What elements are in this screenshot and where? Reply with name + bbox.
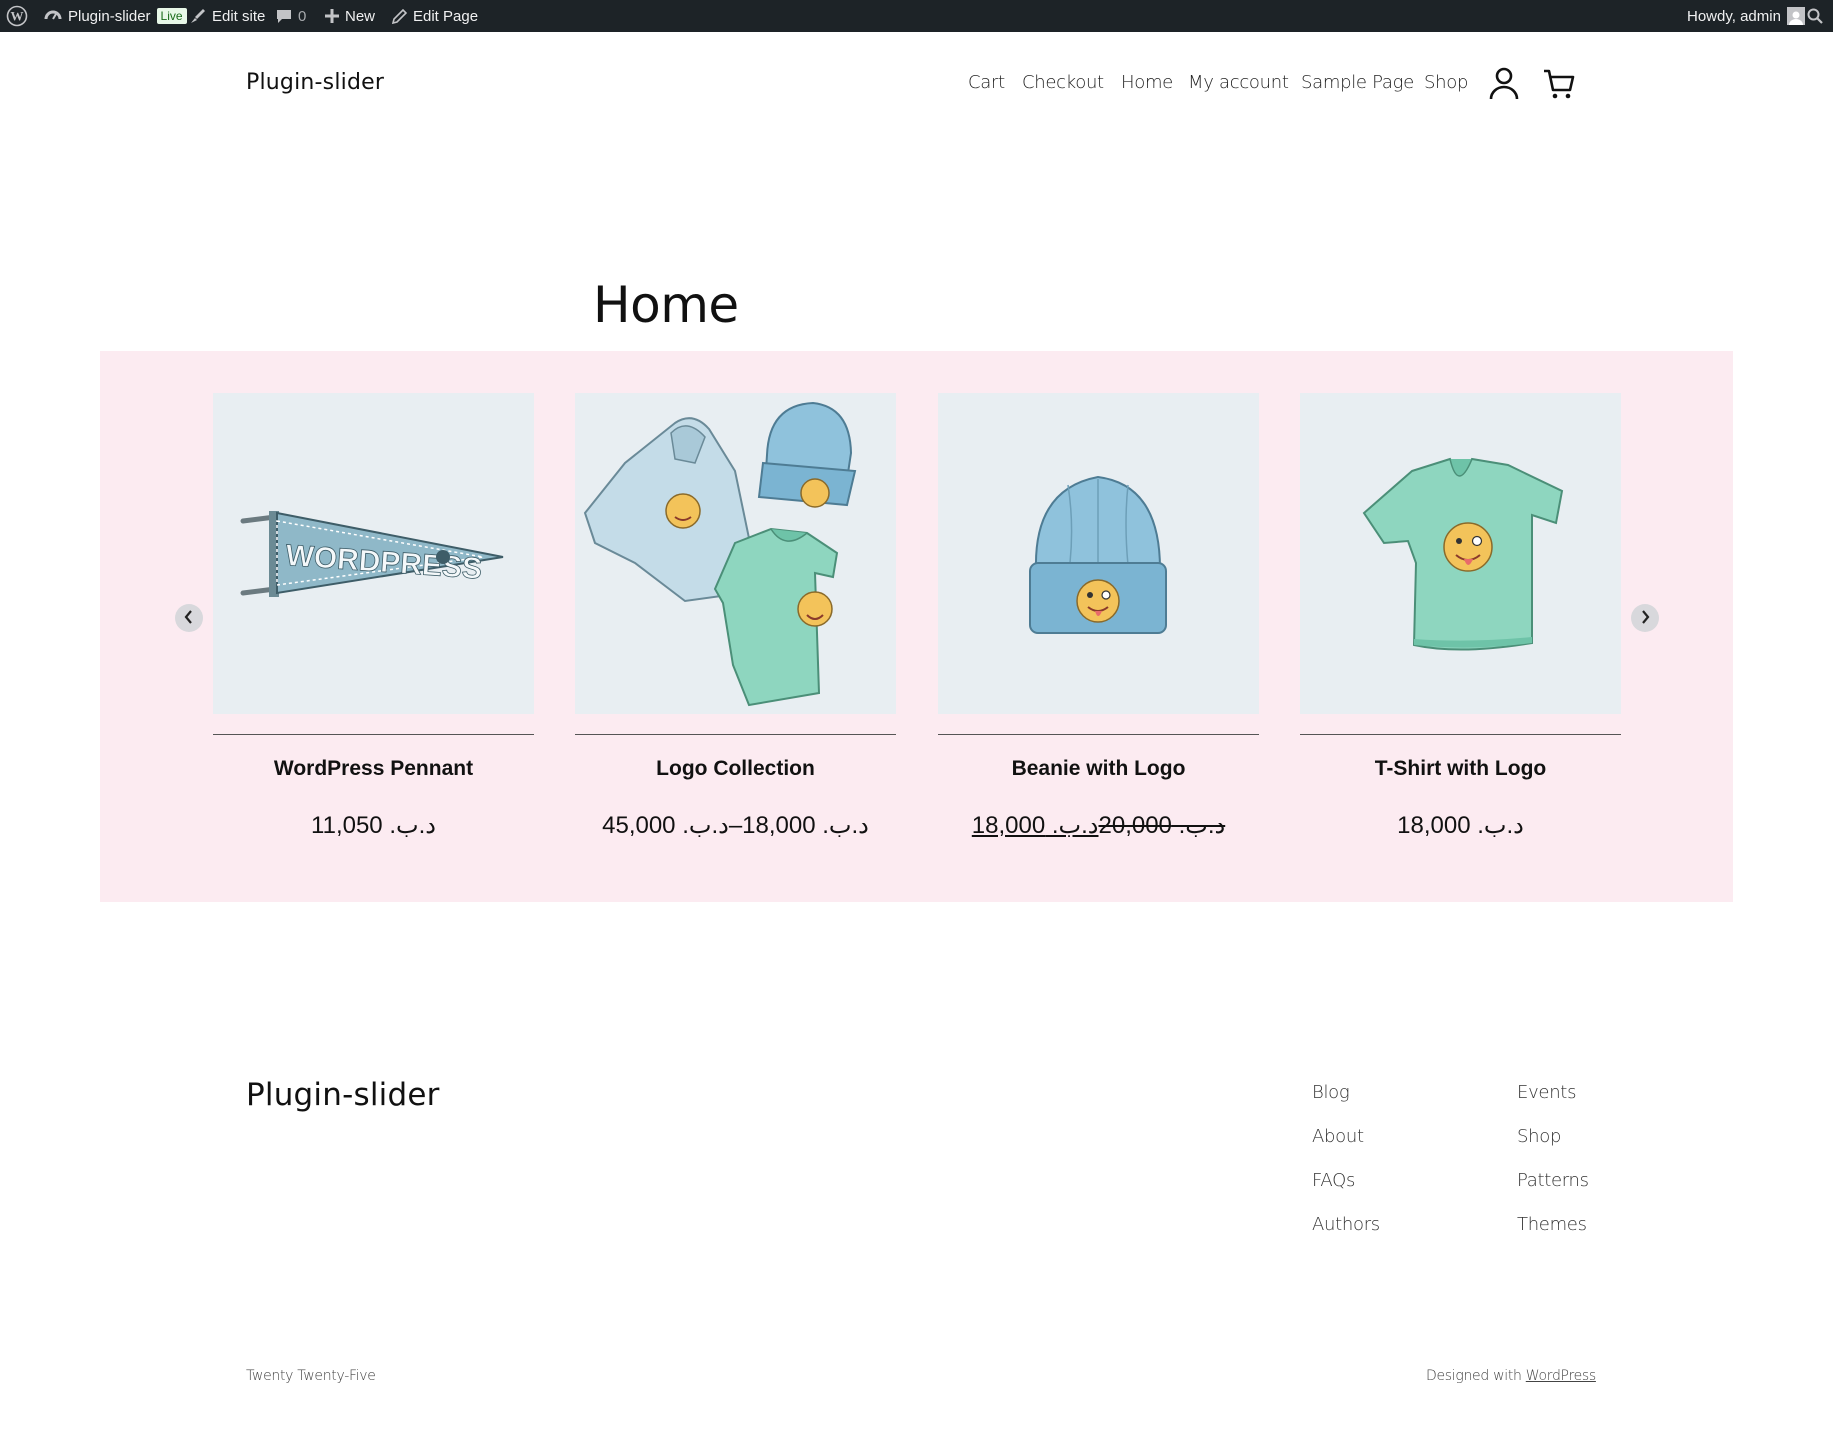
product-name[interactable]: WordPress Pennant (213, 757, 534, 781)
chevron-right-icon (1639, 609, 1651, 628)
product-price: د.ب. 18,000 (1397, 812, 1524, 839)
product-price: د.ب. 11,050 (311, 812, 436, 839)
product-price: د.ب. 20,000د.ب. 18,000 (938, 811, 1259, 840)
live-badge: Live (156, 8, 187, 24)
account-icon[interactable] (1488, 66, 1520, 104)
account-menu[interactable]: Howdy, admin (1687, 0, 1805, 32)
footer-link-shop[interactable]: Shop (1517, 1126, 1561, 1147)
product-price-old: د.ب. 20,000 (1098, 812, 1226, 839)
admin-bar-site-name: Plugin-slider (68, 7, 151, 25)
page-title: Home (593, 276, 739, 334)
edit-page-label: Edit Page (413, 7, 479, 25)
svg-text:W: W (11, 9, 24, 24)
nav-item-sample-page[interactable]: Sample Page (1301, 72, 1414, 93)
product-card[interactable]: Logo Collection د.ب. 18,000–د.ب. 45,000 (575, 393, 896, 840)
site-title[interactable]: Plugin-slider (246, 70, 384, 95)
footer-link-about[interactable]: About (1312, 1126, 1364, 1147)
footer-link-authors[interactable]: Authors (1312, 1214, 1380, 1235)
product-name[interactable]: Logo Collection (575, 757, 896, 781)
admin-bar: W Plugin-slider Live Edit site 0 New Edi… (0, 0, 1833, 32)
pencil-icon (392, 8, 407, 24)
footer-link-patterns[interactable]: Patterns (1517, 1170, 1589, 1191)
theme-credit: Twenty Twenty-Five (246, 1368, 376, 1384)
cart-icon[interactable] (1542, 66, 1576, 104)
product-image-beanie[interactable] (938, 393, 1259, 714)
product-slider: WORDPRESS WordPress Pennant د.ب. 11,050 (100, 351, 1733, 902)
footer-link-faqs[interactable]: FAQs (1312, 1170, 1355, 1191)
card-divider (575, 734, 896, 735)
product-card[interactable]: Beanie with Logo د.ب. 20,000د.ب. 18,000 (938, 393, 1259, 840)
new-content-link[interactable]: New (325, 0, 375, 32)
product-image-logo-collection[interactable] (575, 393, 896, 714)
edit-page-link[interactable]: Edit Page (392, 0, 478, 32)
wordpress-logo-icon[interactable]: W (6, 0, 28, 32)
plus-icon (325, 9, 339, 23)
edit-site-link[interactable]: Edit site (190, 0, 265, 32)
comment-bubble-icon (276, 8, 292, 24)
nav-item-cart[interactable]: Cart (968, 72, 1005, 93)
designed-with-credit: Designed with WordPress (1426, 1368, 1596, 1384)
wordpress-link[interactable]: WordPress (1526, 1368, 1596, 1384)
product-card[interactable]: WORDPRESS WordPress Pennant د.ب. 11,050 (213, 393, 534, 840)
nav-item-home[interactable]: Home (1121, 72, 1173, 93)
product-name[interactable]: Beanie with Logo (938, 757, 1259, 781)
slider-next-button[interactable] (1631, 604, 1659, 632)
nav-item-shop[interactable]: Shop (1424, 72, 1468, 93)
howdy-label: Howdy, admin (1687, 7, 1781, 25)
footer-link-blog[interactable]: Blog (1312, 1082, 1350, 1103)
product-image-tshirt[interactable] (1300, 393, 1621, 714)
slider-prev-button[interactable] (175, 604, 203, 632)
chevron-left-icon (183, 609, 195, 628)
dashboard-icon (44, 7, 62, 25)
footer-site-title[interactable]: Plugin-slider (246, 1077, 440, 1113)
nav-item-my-account[interactable]: My account (1188, 72, 1289, 93)
product-card[interactable]: T-Shirt with Logo د.ب. 18,000 (1300, 393, 1621, 840)
footer-link-themes[interactable]: Themes (1517, 1214, 1587, 1235)
product-price: د.ب. 18,000–د.ب. 45,000 (602, 812, 869, 839)
footer-link-events[interactable]: Events (1517, 1082, 1576, 1103)
admin-search-icon[interactable] (1807, 0, 1823, 32)
nav-item-checkout[interactable]: Checkout (1022, 72, 1104, 93)
designed-with-text: Designed with (1426, 1368, 1522, 1384)
comments-link[interactable]: 0 (276, 0, 306, 32)
card-divider (938, 734, 1259, 735)
card-divider (213, 734, 534, 735)
admin-bar-site-link[interactable]: Plugin-slider Live (44, 0, 187, 32)
product-price-sale: د.ب. 18,000 (971, 812, 1099, 839)
brush-icon (190, 8, 206, 24)
edit-site-label: Edit site (212, 7, 266, 25)
product-image-pennant[interactable]: WORDPRESS (213, 393, 534, 714)
new-label: New (345, 7, 376, 25)
comments-count: 0 (298, 7, 307, 25)
product-name[interactable]: T-Shirt with Logo (1300, 757, 1621, 781)
avatar (1786, 7, 1805, 25)
card-divider (1300, 734, 1621, 735)
